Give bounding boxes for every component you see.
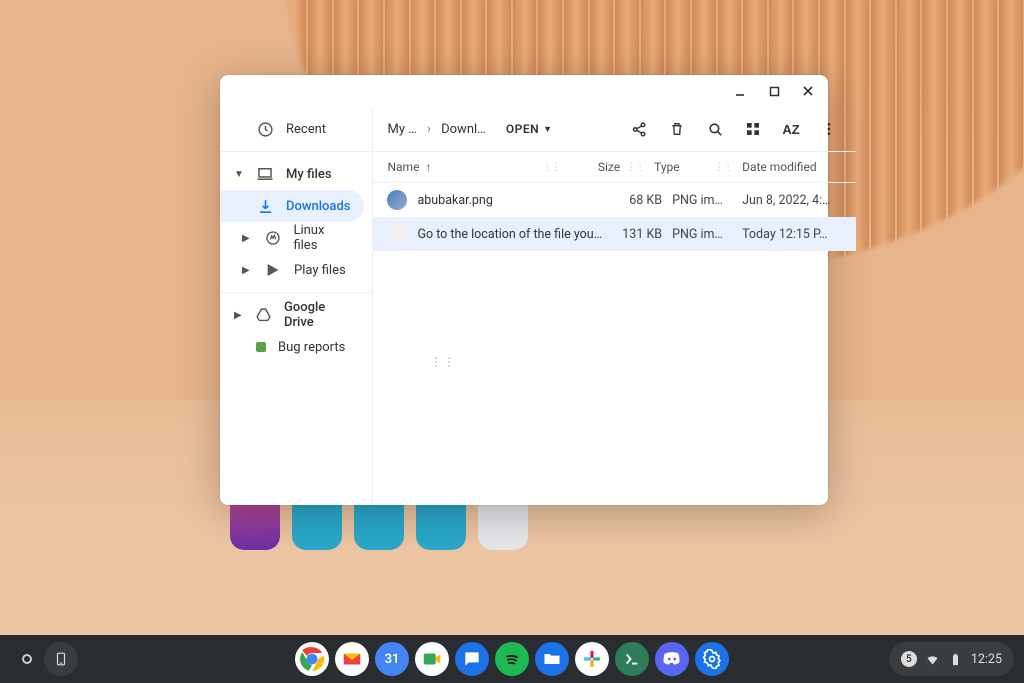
- toolbar: My … › Downl… OPEN ▼ AZ: [373, 107, 856, 151]
- sidebar-item-downloads[interactable]: Downloads: [220, 190, 364, 222]
- chevron-right-icon: ›: [427, 121, 431, 137]
- search-button[interactable]: [698, 112, 732, 146]
- grid-view-button[interactable]: [736, 112, 770, 146]
- sidebar-resize-handle[interactable]: ⋮⋮: [430, 355, 456, 369]
- breadcrumb-root[interactable]: My …: [387, 122, 416, 137]
- file-type: PNG im…: [662, 227, 732, 242]
- main-panel: My … › Downl… OPEN ▼ AZ Name ↑: [373, 107, 856, 505]
- shelf-apps: 31: [295, 642, 729, 676]
- file-size: 131 KB: [602, 227, 662, 242]
- column-size[interactable]: Size: [598, 160, 620, 174]
- sort-button[interactable]: AZ: [774, 112, 808, 146]
- breadcrumb-current[interactable]: Downl…: [441, 122, 486, 137]
- sort-asc-icon: ↑: [425, 160, 431, 174]
- app-gmail[interactable]: [335, 642, 369, 676]
- maximize-button[interactable]: [758, 77, 790, 105]
- app-chrome[interactable]: [295, 642, 329, 676]
- file-row[interactable]: Go to the location of the file you… 131 …: [373, 217, 856, 251]
- close-button[interactable]: [792, 77, 824, 105]
- app-terminal[interactable]: [615, 642, 649, 676]
- column-resize-handle[interactable]: ⋮⋮: [714, 162, 732, 173]
- sidebar-label: Recent: [286, 122, 326, 137]
- file-name: abubakar.png: [417, 193, 602, 208]
- window-titlebar: [220, 75, 828, 107]
- minimize-button[interactable]: [724, 77, 756, 105]
- app-slack[interactable]: [575, 642, 609, 676]
- sidebar-label: Downloads: [286, 199, 350, 214]
- more-options-button[interactable]: [812, 112, 846, 146]
- chevron-right-icon: ▶: [242, 233, 252, 244]
- column-resize-handle[interactable]: ⋮⋮: [542, 162, 560, 173]
- sidebar-item-bugreports[interactable]: Bug reports: [220, 331, 364, 363]
- column-name[interactable]: Name: [387, 160, 419, 174]
- chevron-right-icon: ▶: [242, 265, 252, 276]
- clock-icon: [256, 120, 274, 138]
- sidebar-label: Play files: [294, 263, 346, 278]
- sidebar-item-recent[interactable]: Recent: [220, 113, 364, 145]
- file-name: Go to the location of the file you…: [417, 227, 602, 242]
- open-label: OPEN: [506, 122, 539, 136]
- file-row[interactable]: abubakar.png 68 KB PNG im… Jun 8, 2022, …: [373, 183, 856, 217]
- wifi-icon: [925, 652, 940, 667]
- shelf: 31 5 12:25: [0, 635, 1024, 683]
- app-meet[interactable]: [415, 642, 449, 676]
- app-discord[interactable]: [655, 642, 689, 676]
- sidebar-item-myfiles[interactable]: ▼ My files: [220, 158, 364, 190]
- file-date: Today 12:15 P…: [732, 227, 842, 242]
- notification-count: 5: [901, 651, 917, 667]
- file-type: PNG im…: [662, 193, 732, 208]
- share-button[interactable]: [622, 112, 656, 146]
- table-header: Name ↑ ⋮⋮ Size ⋮⋮ Type ⋮⋮ Date modified: [373, 151, 856, 183]
- open-button[interactable]: OPEN ▼: [500, 118, 559, 140]
- app-settings[interactable]: [695, 642, 729, 676]
- chevron-down-icon: ▼: [234, 169, 244, 180]
- file-thumbnail: [387, 190, 407, 210]
- app-calendar[interactable]: 31: [375, 642, 409, 676]
- sidebar-label: Bug reports: [278, 340, 345, 355]
- app-messages[interactable]: [455, 642, 489, 676]
- sidebar-item-linux[interactable]: ▶ Linux files: [220, 222, 364, 254]
- delete-button[interactable]: [660, 112, 694, 146]
- column-date[interactable]: Date modified: [742, 160, 817, 174]
- system-tray[interactable]: 5 12:25: [889, 642, 1014, 676]
- chevron-right-icon: ▶: [234, 310, 243, 321]
- battery-icon: [948, 652, 963, 667]
- phone-hub-button[interactable]: [44, 642, 78, 676]
- column-resize-handle[interactable]: ⋮⋮: [626, 162, 644, 173]
- sidebar-label: My files: [286, 167, 332, 182]
- download-icon: [256, 197, 274, 215]
- files-app-window: Recent ▼ My files Downloads ▶ Linux file…: [220, 75, 828, 505]
- sidebar-label: Linux files: [293, 223, 350, 253]
- sidebar-item-play[interactable]: ▶ Play files: [220, 254, 364, 286]
- bug-icon: [256, 342, 266, 352]
- laptop-icon: [256, 165, 274, 183]
- file-size: 68 KB: [602, 193, 662, 208]
- launcher-button[interactable]: [10, 642, 44, 676]
- clock-time: 12:25: [971, 652, 1002, 667]
- file-date: Jun 8, 2022, 4:…: [732, 193, 842, 208]
- app-spotify[interactable]: [495, 642, 529, 676]
- file-list: abubakar.png 68 KB PNG im… Jun 8, 2022, …: [373, 183, 856, 251]
- dropdown-arrow-icon: ▼: [543, 124, 552, 135]
- file-thumbnail: [387, 224, 407, 244]
- sidebar-item-gdrive[interactable]: ▶ Google Drive: [220, 299, 364, 331]
- google-drive-icon: [255, 306, 272, 324]
- column-type[interactable]: Type: [654, 160, 680, 174]
- linux-icon: [264, 229, 282, 247]
- sidebar-label: Google Drive: [284, 300, 351, 330]
- app-files[interactable]: [535, 642, 569, 676]
- play-store-icon: [264, 261, 282, 279]
- sidebar: Recent ▼ My files Downloads ▶ Linux file…: [220, 107, 373, 505]
